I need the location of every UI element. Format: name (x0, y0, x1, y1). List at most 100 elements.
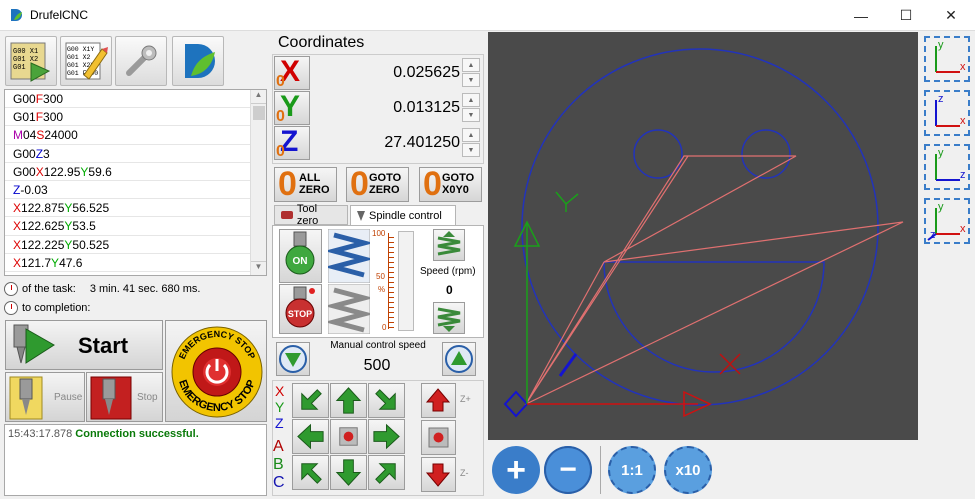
gcode-line[interactable]: G00X122.95Y59.6 (5, 163, 250, 181)
speed-up-button[interactable] (433, 229, 465, 261)
gcode-scrollbar[interactable]: ▲ ▼ (250, 90, 266, 275)
spindle-on-button[interactable]: ON (279, 229, 322, 283)
z-up-spinner[interactable]: ▲ (462, 128, 480, 142)
jog-z-stop-button[interactable] (421, 420, 456, 455)
start-button[interactable]: Start (5, 320, 163, 370)
toolpath-canvas[interactable] (488, 32, 918, 440)
start-label: Start (78, 333, 129, 358)
task-time-line: of the task: 3 min. 41 sec. 680 ms. (4, 280, 200, 298)
stop-button[interactable]: Stop (86, 372, 163, 422)
jog-stop-button[interactable] (330, 419, 367, 454)
speed-dial-up-icon (445, 345, 473, 373)
gcode-line[interactable]: G00Z3 (5, 145, 250, 163)
spindle-cw-button[interactable] (324, 228, 374, 284)
spindle-speed-slider[interactable] (398, 231, 414, 331)
pause-button[interactable]: Pause (5, 372, 85, 422)
gcode-line[interactable]: X122.875Y56.525 (5, 199, 250, 218)
gcode-line[interactable]: X121.7Y47.6 (5, 254, 250, 272)
gcode-line[interactable]: X122.625Y53.5 (5, 217, 250, 236)
svg-text:STOP: STOP (288, 309, 312, 319)
goto-x0y0-button[interactable]: 0 GOTO X0Y0 (419, 166, 482, 202)
maximize-button[interactable]: ☐ (883, 0, 929, 31)
arrow-down-icon (425, 463, 451, 487)
gcode-line[interactable]: M04S24000 (5, 126, 250, 145)
zoom-in-button[interactable]: + (492, 446, 540, 494)
gcode-token: X (13, 201, 22, 216)
jog-abc-legend: A B C (273, 438, 291, 492)
emergency-stop-button[interactable]: EMERGENCY STOP EMERGENCY STOP (165, 320, 267, 422)
gcode-token: Y (51, 255, 60, 270)
gcode-list[interactable]: G00F300 G01F300 M04S24000 G00Z3 G00X122.95Y5… (4, 89, 267, 276)
gcode-token: 50.525 (72, 237, 110, 252)
jog-down-left-button[interactable] (292, 455, 329, 490)
tab-tool-zero[interactable]: Tool zero (274, 203, 348, 227)
gcode-line[interactable]: Z-0.03 (5, 181, 250, 200)
zoom-ten-button[interactable]: x10 (664, 446, 712, 494)
x-up-spinner[interactable]: ▲ (462, 58, 480, 72)
settings-button[interactable] (115, 36, 167, 86)
view-yx-button[interactable]: yx (924, 36, 970, 82)
jog-z-minus-button[interactable] (421, 457, 456, 492)
close-button[interactable]: ✕ (928, 0, 974, 31)
goto-zero-button[interactable]: 0 GOTO ZERO (346, 166, 409, 202)
zoom-actual-button[interactable]: 1:1 (608, 446, 656, 494)
emergency-stop-text: EMERGENCY STOP EMERGENCY STOP (176, 329, 258, 414)
x-down-spinner[interactable]: ▼ (462, 73, 480, 87)
view-yz-button[interactable]: yz (924, 144, 970, 190)
z-minus-label: Z- (460, 468, 469, 478)
svg-text:z: z (960, 169, 966, 181)
jog-up-button[interactable] (330, 383, 367, 418)
jog-z-plus-button[interactable] (421, 383, 456, 418)
jog-up-left-button[interactable] (292, 383, 329, 418)
zoom-out-button[interactable]: − (544, 446, 592, 494)
pause-icon (9, 376, 43, 420)
jog-right-button[interactable] (368, 419, 405, 454)
z-down-spinner[interactable]: ▼ (462, 143, 480, 157)
jog-up-left-icon (301, 389, 322, 410)
zero-x-button[interactable]: X 0 (274, 55, 310, 90)
gcode-token: X (13, 255, 22, 270)
mouth (603, 261, 825, 373)
view-zx-button[interactable]: zx (924, 90, 970, 136)
speed-down-button[interactable] (433, 302, 465, 334)
manual-speed-up-button[interactable] (442, 342, 476, 376)
zero-y-button[interactable]: Y 0 (274, 90, 310, 125)
zero-icon: 0 (276, 73, 285, 90)
edit-file-button[interactable]: G00 X1Y G01 X2 G01 X2Y G01 F300 (60, 36, 112, 86)
open-file-button[interactable]: G00 X1 G01 X2 G01 (5, 36, 57, 86)
y-down-spinner[interactable]: ▼ (462, 108, 480, 122)
spindle-stop-button[interactable]: STOP (279, 284, 322, 334)
spindle-ccw-button[interactable] (324, 283, 374, 335)
gcode-token: F (35, 92, 44, 106)
gcode-token: 121.7 (21, 255, 52, 270)
gcode-token: 300 (43, 110, 64, 125)
z-coordinate: 27.401250 (384, 134, 460, 151)
tab-spindle-control[interactable]: Spindle control (350, 205, 456, 226)
about-button[interactable] (172, 36, 224, 86)
jog-down-icon (335, 459, 362, 486)
scale-100: 100 (372, 229, 386, 238)
all-zero-button[interactable]: 0 ALL ZERO (274, 166, 337, 202)
y-up-spinner[interactable]: ▲ (462, 93, 480, 107)
jog-down-left-icon (301, 463, 322, 484)
svg-text:G01 X2: G01 X2 (13, 56, 38, 64)
scale-0: 0 (382, 323, 387, 332)
view-yxz-button[interactable]: y x z (924, 198, 970, 244)
jog-left-button[interactable] (292, 419, 329, 454)
gcode-line[interactable]: X122.225Y50.525 (5, 236, 250, 254)
jog-up-right-button[interactable] (368, 383, 405, 418)
gcode-token: M (13, 128, 23, 143)
all-zero-label: ALL ZERO (299, 172, 330, 196)
gcode-line[interactable]: G00F300 (5, 90, 250, 109)
jog-down-right-button[interactable] (368, 455, 405, 490)
gcode-line[interactable]: X121.075Y44.775 (5, 272, 250, 275)
rapid-moves (524, 155, 904, 406)
gcode-token: G00 (13, 146, 36, 161)
zero-z-button[interactable]: Z 0 (274, 125, 310, 160)
y-marker (555, 191, 579, 212)
minimize-button[interactable]: — (838, 0, 884, 31)
jog-down-button[interactable] (330, 455, 367, 490)
gcode-line[interactable]: G01F300 (5, 108, 250, 127)
zoom-bar: + − 1:1 x10 (488, 440, 975, 499)
manual-speed-down-button[interactable] (276, 342, 310, 376)
